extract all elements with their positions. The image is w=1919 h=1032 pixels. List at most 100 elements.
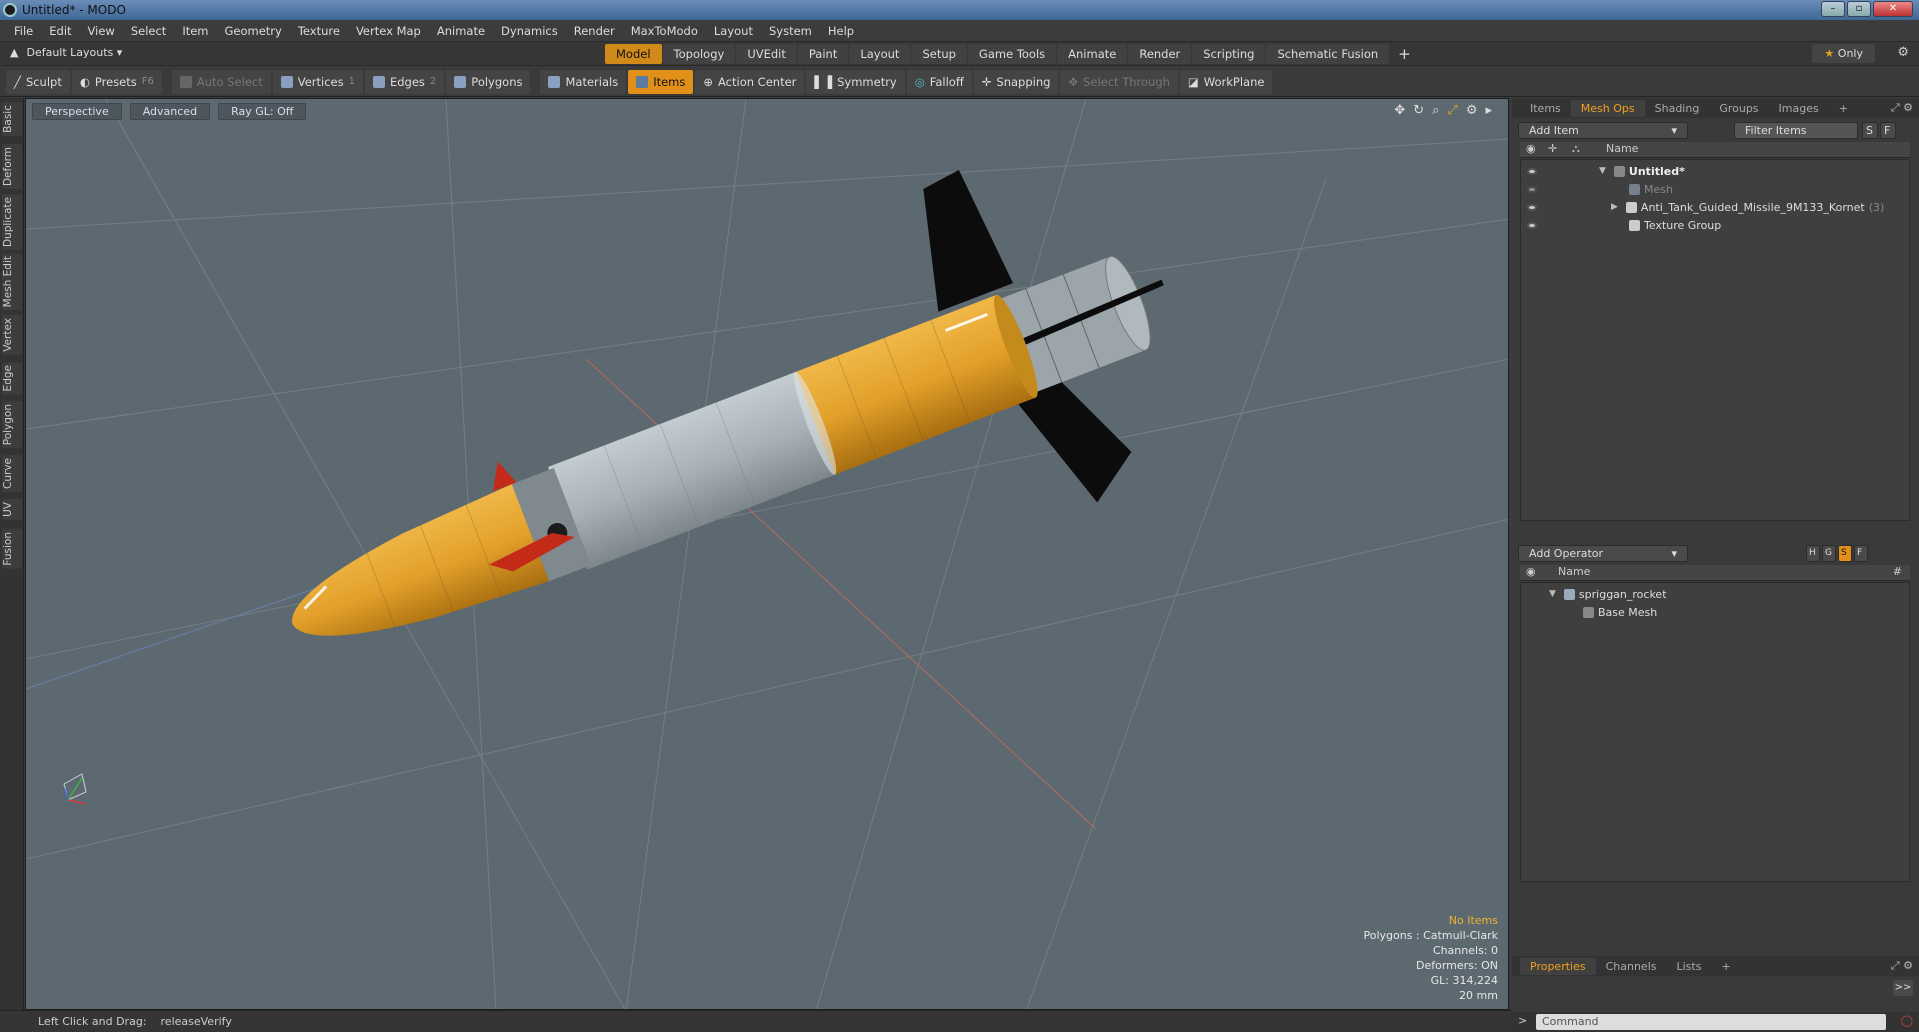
minimize-button[interactable]: – xyxy=(1821,1,1845,17)
action-center-button[interactable]: ⊕ Action Center xyxy=(695,69,805,94)
item-row-texture-group[interactable]: Texture Group xyxy=(1521,216,1909,234)
filter-items-input[interactable]: Filter Items xyxy=(1734,121,1858,139)
tab-images[interactable]: Images xyxy=(1769,100,1829,117)
add-tab-button[interactable]: + xyxy=(1390,44,1419,64)
expand-triangle-icon[interactable]: ▶ xyxy=(1611,202,1618,212)
tab-layout[interactable]: Layout xyxy=(849,44,911,64)
materials-button[interactable]: Materials xyxy=(540,69,627,94)
expand-properties-button[interactable]: >> xyxy=(1893,980,1913,996)
viewport-settings-icon[interactable]: ⚙ xyxy=(1466,103,1478,118)
vtab-curve[interactable]: Curve xyxy=(2,455,22,492)
sculpt-button[interactable]: ╱ Sculpt xyxy=(6,69,70,94)
menu-view[interactable]: View xyxy=(80,24,123,38)
vertices-button[interactable]: Vertices 1 xyxy=(272,69,363,94)
menu-render[interactable]: Render xyxy=(566,24,623,38)
rotate-icon[interactable]: ↻ xyxy=(1413,103,1424,118)
zoom-icon[interactable]: ⌕ xyxy=(1432,103,1439,118)
tab-topology[interactable]: Topology xyxy=(662,44,736,64)
menu-texture[interactable]: Texture xyxy=(290,24,348,38)
vtab-vertex[interactable]: Vertex xyxy=(2,315,22,355)
tab-animate[interactable]: Animate xyxy=(1057,44,1128,64)
vtab-deform[interactable]: Deform xyxy=(2,144,22,190)
visibility-eye-icon[interactable] xyxy=(1527,167,1537,175)
menu-item[interactable]: Item xyxy=(174,24,216,38)
menu-file[interactable]: File xyxy=(6,24,41,38)
item-row-mesh[interactable]: Mesh xyxy=(1521,180,1909,198)
vtab-duplicate[interactable]: Duplicate xyxy=(2,194,22,251)
properties-expand-icon[interactable]: ⤢ ⚙ xyxy=(1891,959,1913,973)
visibility-eye-icon[interactable] xyxy=(1527,203,1537,211)
edges-button[interactable]: Edges 2 xyxy=(364,69,445,94)
command-input[interactable]: Command xyxy=(1536,1014,1886,1030)
s-toggle[interactable]: S xyxy=(1862,121,1878,139)
item-row-missile-group[interactable]: ▶ Anti_Tank_Guided_Missile_9M133_Kornet … xyxy=(1521,198,1909,216)
tab-mesh-ops[interactable]: Mesh Ops xyxy=(1570,99,1645,117)
tab-channels[interactable]: Channels xyxy=(1596,958,1667,975)
f-toggle-ops[interactable]: F xyxy=(1854,544,1868,562)
tab-render[interactable]: Render xyxy=(1128,44,1192,64)
menu-layout[interactable]: Layout xyxy=(706,24,761,38)
gear-icon[interactable]: ⚙ xyxy=(1897,45,1909,60)
layout-arrow-icon[interactable]: ▲ xyxy=(10,46,18,59)
only-button[interactable]: ★ Only xyxy=(1812,44,1875,63)
record-icon[interactable]: ◯ xyxy=(1901,1014,1913,1027)
item-row-scene[interactable]: ▼ Untitled* xyxy=(1521,162,1909,180)
items-button[interactable]: Items xyxy=(628,69,694,94)
vtab-fusion[interactable]: Fusion xyxy=(2,529,22,569)
raygl-toggle[interactable]: Ray GL: Off xyxy=(218,103,307,120)
select-through-button[interactable]: ✥ Select Through xyxy=(1060,69,1178,94)
maximize-viewport-icon[interactable]: ⤢ xyxy=(1447,103,1457,118)
collapse-triangle-icon[interactable]: ▼ xyxy=(1599,166,1606,176)
panel-expand-icon[interactable]: ⤢ ⚙ xyxy=(1891,101,1913,115)
snapping-button[interactable]: ✛ Snapping xyxy=(973,69,1059,94)
vtab-edge[interactable]: Edge xyxy=(2,362,22,395)
meshop-row-base-mesh[interactable]: Base Mesh xyxy=(1521,603,1909,621)
add-panel-tab-button[interactable]: + xyxy=(1829,100,1858,117)
tab-groups[interactable]: Groups xyxy=(1709,100,1768,117)
tab-paint[interactable]: Paint xyxy=(797,44,849,64)
tab-lists[interactable]: Lists xyxy=(1667,958,1712,975)
tab-setup[interactable]: Setup xyxy=(911,44,967,64)
menu-system[interactable]: System xyxy=(761,24,820,38)
visibility-eye-icon[interactable] xyxy=(1527,185,1537,193)
collapse-triangle-icon[interactable]: ▼ xyxy=(1549,589,1556,599)
menu-help[interactable]: Help xyxy=(820,24,862,38)
presets-button[interactable]: ◐ Presets F6 xyxy=(71,69,162,94)
visibility-eye-icon[interactable] xyxy=(1527,221,1537,229)
vtab-polygon[interactable]: Polygon xyxy=(2,401,22,449)
workplane-button[interactable]: ◪ WorkPlane xyxy=(1179,69,1273,94)
pan-icon[interactable]: ✥ xyxy=(1394,103,1405,118)
perspective-dropdown[interactable]: Perspective xyxy=(32,103,122,120)
close-button[interactable]: ✕ xyxy=(1873,1,1913,17)
tab-properties[interactable]: Properties xyxy=(1520,957,1596,975)
h-toggle[interactable]: H xyxy=(1806,544,1820,562)
maximize-button[interactable]: ▫ xyxy=(1847,1,1871,17)
f-toggle[interactable]: F xyxy=(1880,121,1896,139)
tab-shading[interactable]: Shading xyxy=(1645,100,1710,117)
tab-model[interactable]: Model xyxy=(605,44,662,64)
auto-select-button[interactable]: Auto Select xyxy=(171,69,271,94)
menu-geometry[interactable]: Geometry xyxy=(217,24,290,38)
menu-dynamics[interactable]: Dynamics xyxy=(493,24,566,38)
menu-animate[interactable]: Animate xyxy=(429,24,493,38)
tab-scripting[interactable]: Scripting xyxy=(1192,44,1266,64)
menu-select[interactable]: Select xyxy=(123,24,174,38)
add-operator-dropdown[interactable]: Add Operator ▾ xyxy=(1518,544,1688,562)
add-properties-tab-button[interactable]: + xyxy=(1711,958,1740,975)
g-toggle[interactable]: G xyxy=(1822,544,1836,562)
symmetry-button[interactable]: ▌▐ Symmetry xyxy=(806,69,905,94)
s-active-toggle[interactable]: S xyxy=(1838,544,1852,562)
vtab-basic[interactable]: Basic xyxy=(2,102,22,136)
menu-edit[interactable]: Edit xyxy=(41,24,79,38)
3d-viewport[interactable]: Perspective Advanced Ray GL: Off ✥ ↻ ⌕ ⤢… xyxy=(25,98,1509,1010)
vtab-mesh-edit[interactable]: Mesh Edit xyxy=(2,253,22,311)
tab-items[interactable]: Items xyxy=(1520,100,1571,117)
shading-dropdown[interactable]: Advanced xyxy=(129,103,211,120)
viewport-menu-icon[interactable]: ▸ xyxy=(1485,103,1492,118)
tab-uvedit[interactable]: UVEdit xyxy=(736,44,797,64)
meshop-row-rocket[interactable]: ▼ spriggan_rocket xyxy=(1521,585,1909,603)
falloff-button[interactable]: ◎ Falloff xyxy=(906,69,972,94)
tab-schematic-fusion[interactable]: Schematic Fusion xyxy=(1266,44,1390,64)
add-item-dropdown[interactable]: Add Item ▾ xyxy=(1518,121,1688,139)
tab-game-tools[interactable]: Game Tools xyxy=(967,44,1057,64)
